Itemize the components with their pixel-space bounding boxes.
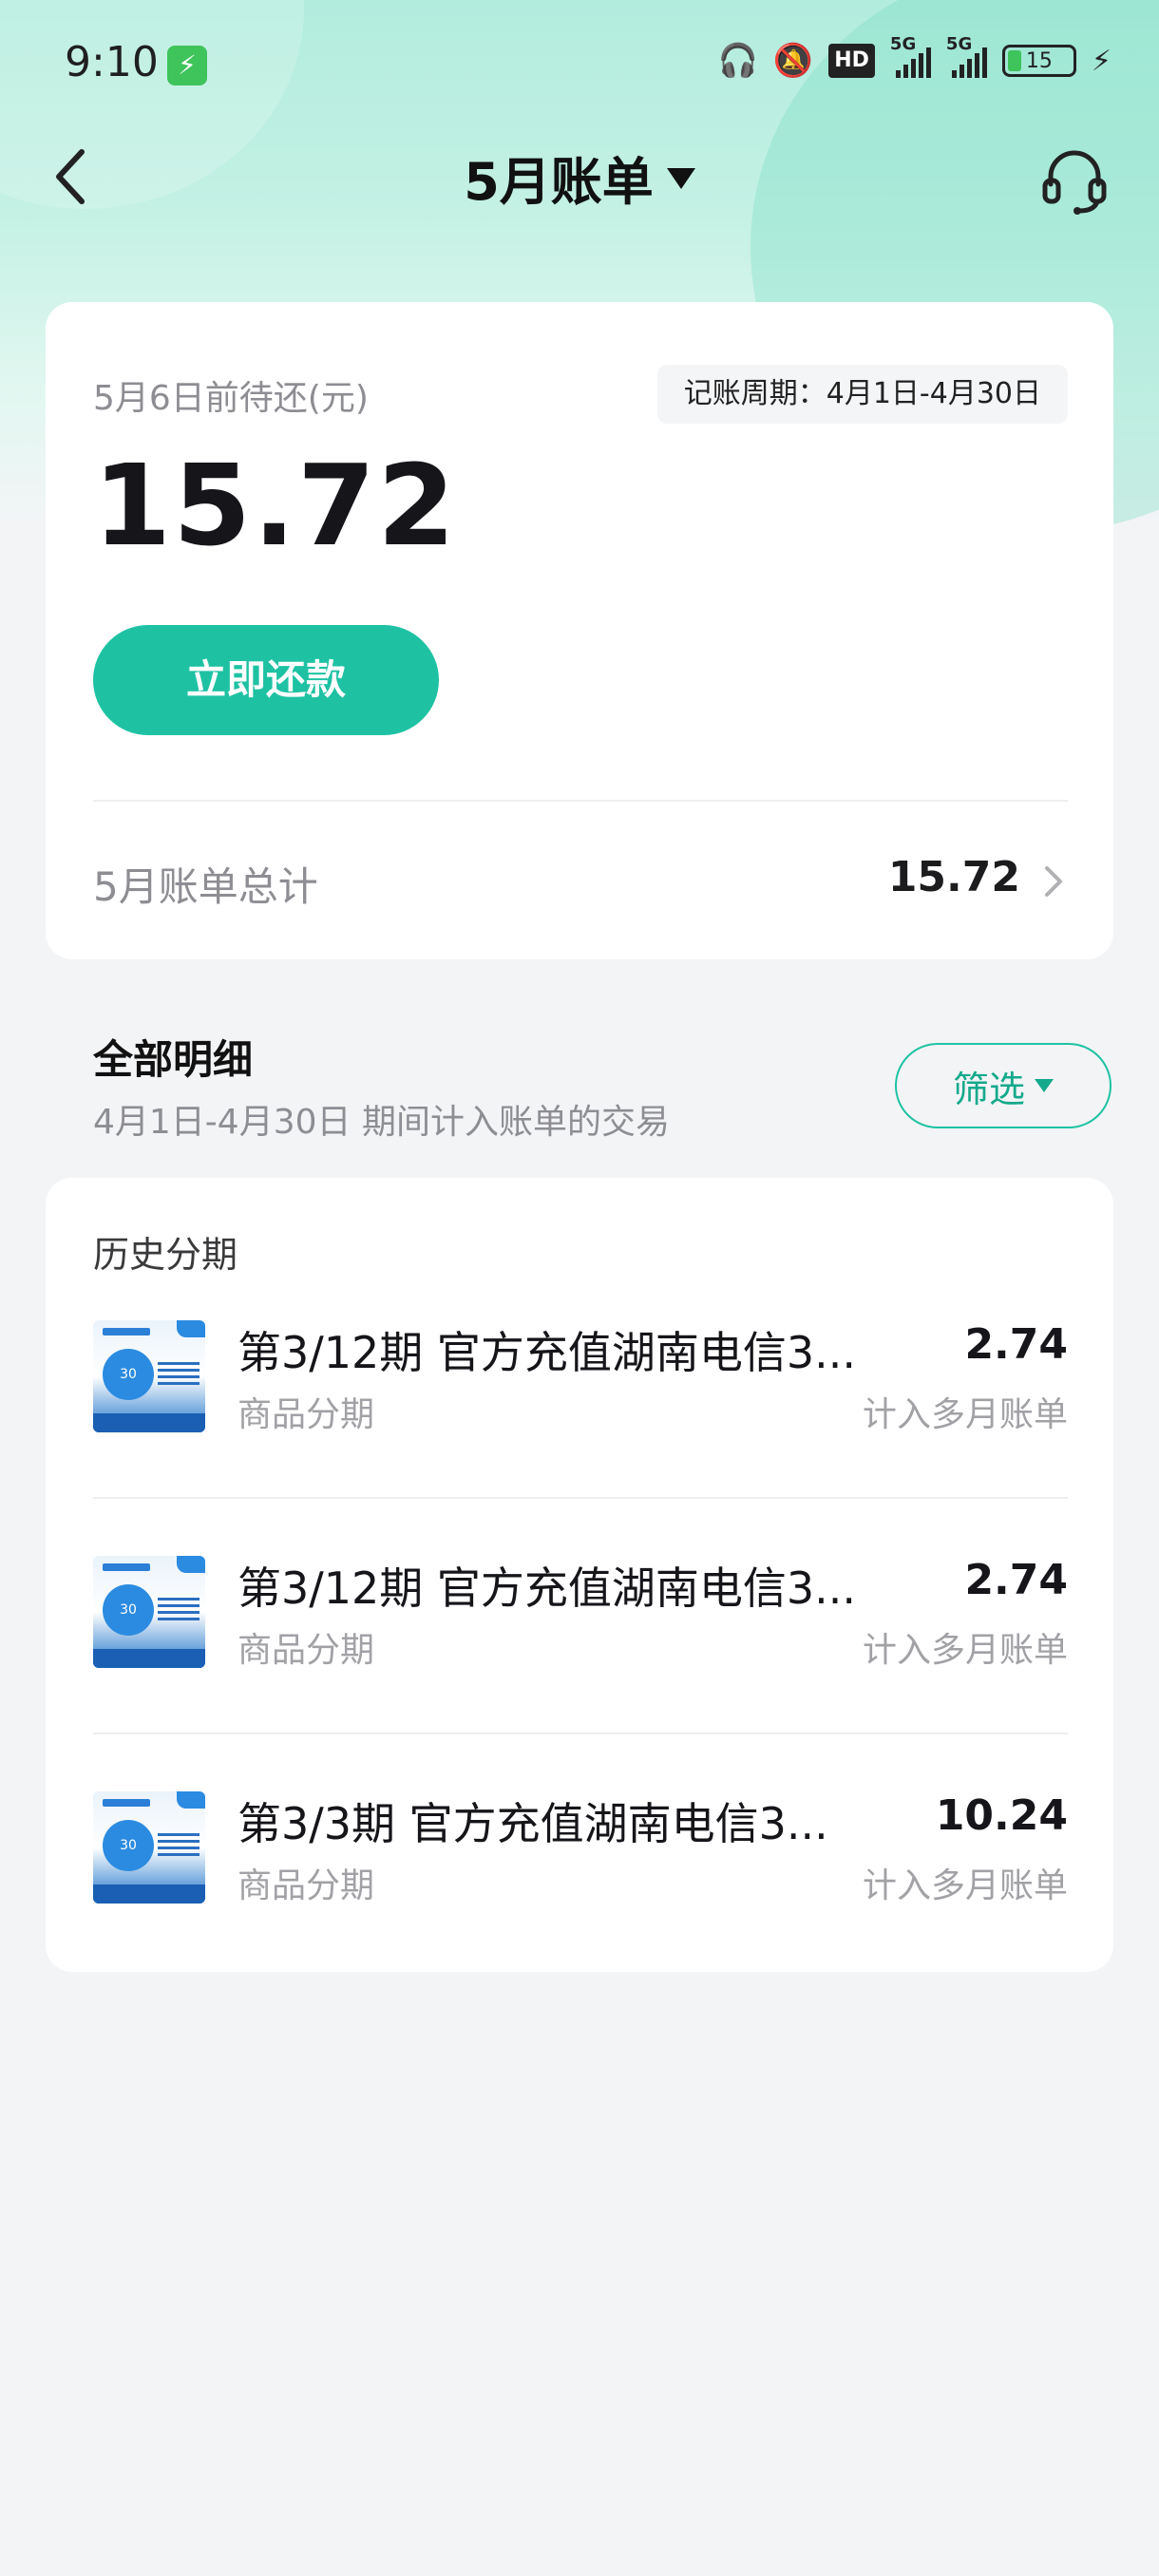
pay-now-button[interactable]: 立即还款 bbox=[93, 625, 439, 735]
item-note: 计入多月账单 bbox=[862, 1395, 1068, 1434]
mute-bell-icon: 🔕 bbox=[772, 42, 814, 80]
bill-total-value: 15.72 bbox=[887, 853, 1020, 901]
product-thumbnail: 30 bbox=[93, 1791, 205, 1904]
caret-down-icon bbox=[1035, 1079, 1054, 1092]
signal-icon: 5G bbox=[890, 34, 931, 78]
item-amount: 10.24 bbox=[935, 1791, 1068, 1840]
list-item[interactable]: 30 第3/3期 官方充值湖南电信3... 10.24 商品分期 计入多月账单 bbox=[93, 1734, 1068, 1970]
amount-due: 15.72 bbox=[93, 440, 458, 571]
item-title: 第3/12期 官方充值湖南电信3... bbox=[238, 1327, 857, 1378]
item-type: 商品分期 bbox=[238, 1395, 375, 1434]
details-subtitle: 4月1日-4月30日 期间计入账单的交易 bbox=[93, 1103, 670, 1142]
earbuds-icon: 🎧 bbox=[717, 42, 758, 80]
hd-badge: HD bbox=[828, 44, 875, 78]
billing-cycle-badge: 记账周期：4月1日-4月30日 bbox=[656, 365, 1068, 424]
bill-summary-card: 5月6日前待还(元) 记账周期：4月1日-4月30日 15.72 立即还款 5月… bbox=[46, 302, 1113, 959]
charging-bolt-icon: ⚡ bbox=[1091, 44, 1112, 78]
thumbnail-value: 30 bbox=[103, 1820, 154, 1871]
item-title: 第3/3期 官方充值湖南电信3... bbox=[238, 1798, 828, 1849]
customer-service-button[interactable] bbox=[1037, 142, 1112, 217]
network-type-label: 5G bbox=[945, 34, 973, 54]
item-amount: 2.74 bbox=[964, 1320, 1068, 1369]
charging-icon: ⚡ bbox=[167, 46, 207, 85]
page-title: 5月账单 bbox=[464, 151, 654, 212]
product-thumbnail: 30 bbox=[93, 1556, 205, 1668]
item-title: 第3/12期 官方充值湖南电信3... bbox=[238, 1563, 857, 1614]
chevron-right-icon bbox=[1045, 866, 1062, 897]
battery-icon: 15 bbox=[1001, 45, 1076, 77]
signal-icon: 5G bbox=[946, 34, 987, 78]
status-bar: 9:10 ⚡ 🎧 🔕 HD 5G 5G 15 ⚡ bbox=[0, 0, 1159, 133]
item-note: 计入多月账单 bbox=[862, 1631, 1068, 1670]
product-thumbnail: 30 bbox=[93, 1320, 205, 1432]
divider bbox=[93, 800, 1068, 802]
status-icons: 🎧 🔕 HD 5G 5G 15 ⚡ bbox=[717, 34, 1112, 80]
caret-down-icon bbox=[666, 168, 695, 189]
due-date-label: 5月6日前待还(元) bbox=[93, 379, 369, 418]
details-title: 全部明细 bbox=[93, 1036, 254, 1083]
list-item[interactable]: 30 第3/12期 官方充值湖南电信3... 2.74 商品分期 计入多月账单 bbox=[93, 1263, 1068, 1499]
month-selector[interactable]: 5月账单 bbox=[0, 142, 1159, 212]
item-note: 计入多月账单 bbox=[862, 1866, 1068, 1905]
thumbnail-value: 30 bbox=[103, 1584, 154, 1636]
thumbnail-value: 30 bbox=[103, 1349, 154, 1400]
bill-total-label: 5月账单总计 bbox=[93, 863, 318, 910]
headset-icon bbox=[1042, 150, 1107, 215]
status-time: 9:10 bbox=[65, 38, 159, 86]
filter-label: 筛选 bbox=[952, 1068, 1025, 1110]
item-amount: 2.74 bbox=[964, 1556, 1068, 1604]
battery-level: 15 bbox=[1025, 48, 1053, 73]
list-item[interactable]: 30 第3/12期 官方充值湖南电信3... 2.74 商品分期 计入多月账单 bbox=[93, 1499, 1068, 1734]
item-type: 商品分期 bbox=[238, 1866, 375, 1905]
bill-total-row[interactable]: 5月账单总计 15.72 bbox=[93, 843, 1068, 916]
filter-button[interactable]: 筛选 bbox=[895, 1043, 1112, 1128]
network-type-label: 5G bbox=[889, 34, 917, 54]
installment-history-card: 历史分期 30 第3/12期 官方充值湖南电信3... 2.74 商品分期 计入… bbox=[46, 1178, 1113, 1972]
item-type: 商品分期 bbox=[238, 1631, 375, 1670]
